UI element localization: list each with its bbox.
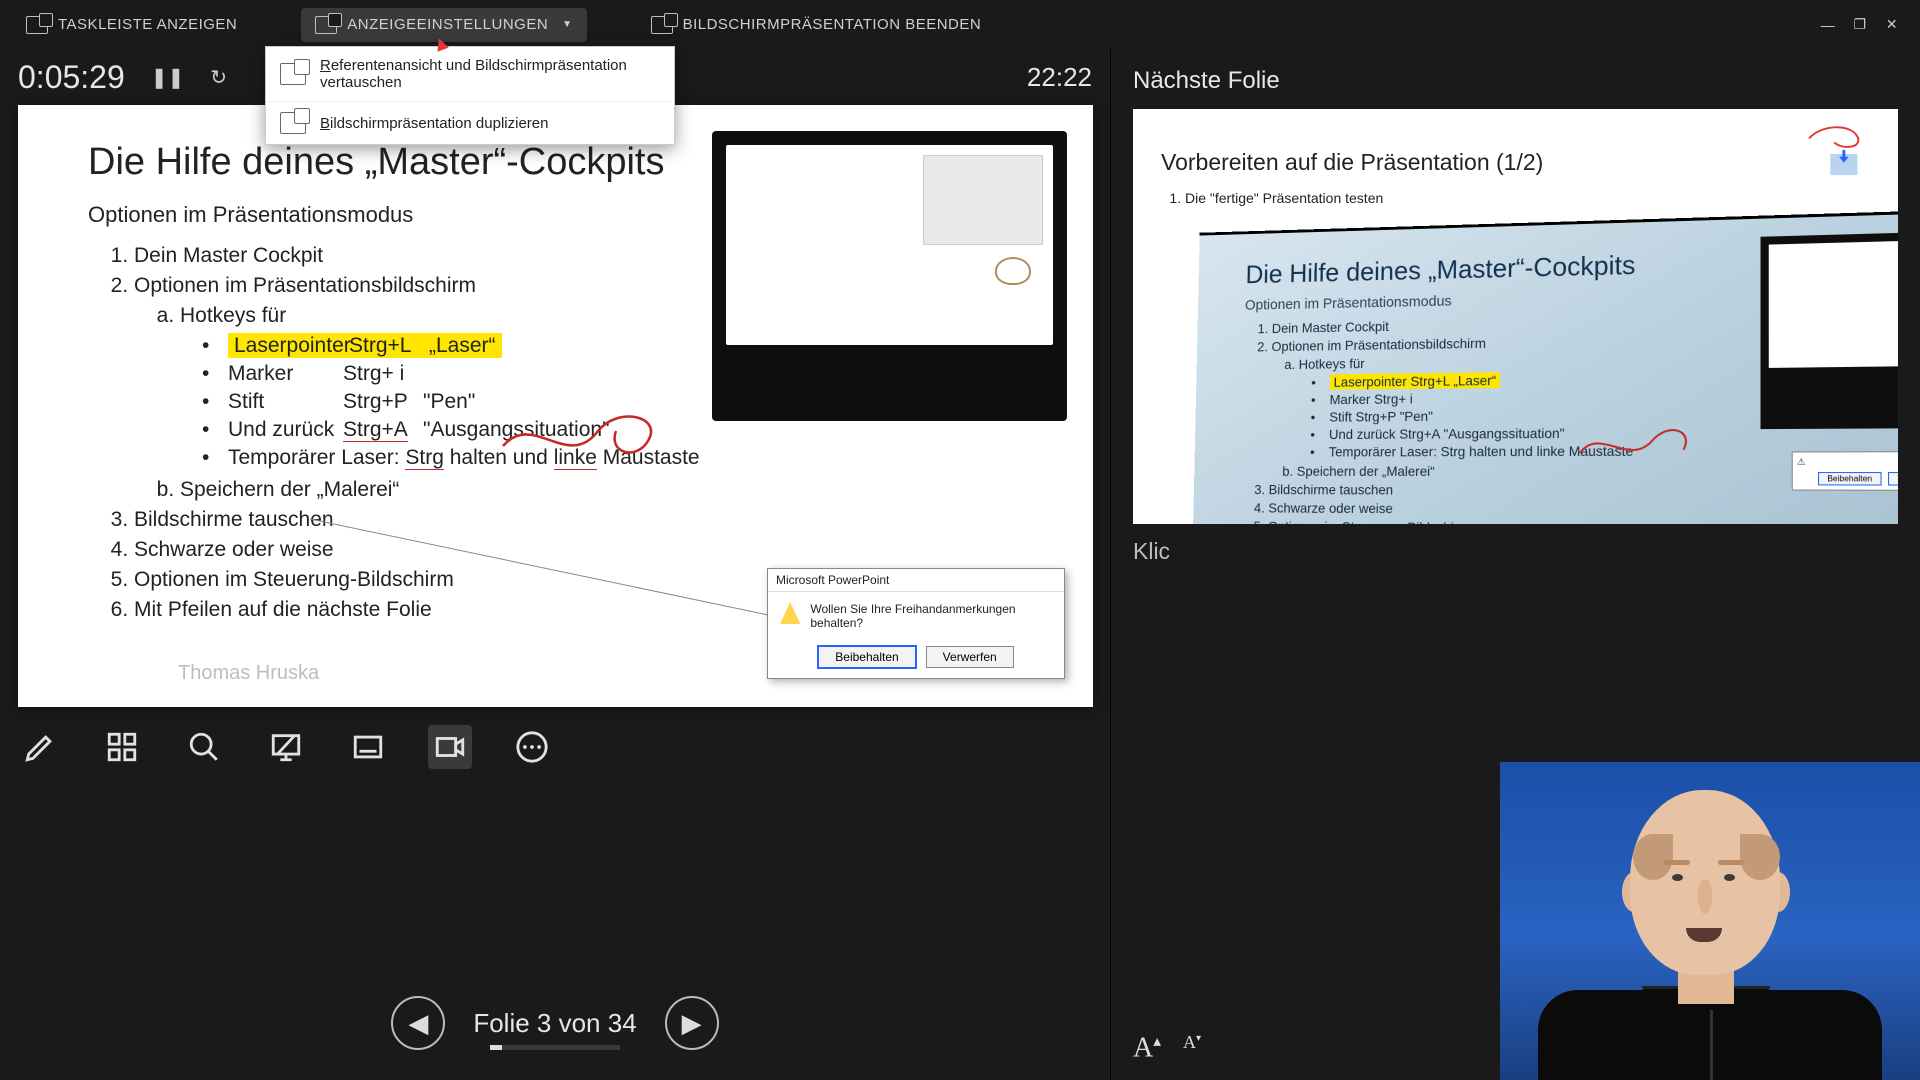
current-slide-panel: 0:05:29 ❚❚ ↻ 22:22 Die Hilfe deines „Mas…: [0, 49, 1110, 1080]
slide-author: Thomas Hruska: [178, 662, 319, 685]
next-slide-panel: Nächste Folie Vorbereiten auf die Präsen…: [1110, 49, 1920, 1080]
dropdown-swap-label: Referentenansicht und Bildschirmpräsenta…: [320, 57, 660, 91]
chevron-down-icon: ▼: [562, 19, 572, 30]
slide-navigation: ◀ Folie 3 von 34 ▶: [0, 769, 1110, 1080]
camera-button[interactable]: [428, 725, 472, 769]
dialog-message: Wollen Sie Ihre Freihandanmerkungen beha…: [810, 602, 1052, 630]
monitor-photo: Die Hilfe deines „Master“-Cockpits Optio…: [1189, 210, 1898, 524]
pen-tool-button[interactable]: [18, 725, 62, 769]
show-taskbar-button[interactable]: TASKLEISTE ANZEIGEN: [12, 8, 251, 42]
dialog-title: Microsoft PowerPoint: [768, 569, 1064, 592]
notes-font-controls: A▴ A▾: [1133, 1032, 1201, 1064]
black-screen-button[interactable]: [264, 725, 308, 769]
top-command-bar: TASKLEISTE ANZEIGEN ANZEIGEEINSTELLUNGEN…: [0, 0, 1920, 49]
elapsed-time: 0:05:29: [18, 59, 125, 96]
slide-thumbnail-presenter: [712, 131, 1067, 421]
dropdown-duplicate-slideshow[interactable]: Bildschirmpräsentation duplizieren: [266, 102, 674, 144]
previous-slide-button[interactable]: ◀: [391, 996, 445, 1050]
slide-progress: [490, 1045, 620, 1050]
dialog-discard-button[interactable]: Verwerfen: [926, 646, 1014, 668]
presenter-webcam[interactable]: [1500, 762, 1920, 1080]
dropdown-duplicate-label: Bildschirmpräsentation duplizieren: [320, 115, 548, 132]
pause-timer-button[interactable]: ❚❚: [151, 65, 185, 90]
display-settings-label: ANZEIGEEINSTELLUNGEN: [347, 16, 548, 33]
end-slideshow-icon: [651, 16, 673, 34]
next-slide-button[interactable]: ▶: [665, 996, 719, 1050]
duplicate-icon: [280, 112, 306, 134]
next-slide-heading: Nächste Folie: [1133, 67, 1898, 95]
end-slideshow-button[interactable]: BILDSCHIRMPRÄSENTATION BEENDEN: [637, 8, 996, 42]
see-all-slides-button[interactable]: [100, 725, 144, 769]
clock-time: 22:22: [1027, 62, 1092, 93]
swap-displays-icon: [280, 63, 306, 85]
window-close-button[interactable]: ✕: [1876, 9, 1908, 41]
dialog-keep-button[interactable]: Beibehalten: [818, 646, 915, 668]
window-minimize-button[interactable]: —: [1812, 9, 1844, 41]
end-slideshow-label: BILDSCHIRMPRÄSENTATION BEENDEN: [683, 16, 982, 33]
brain-icon: [995, 257, 1031, 285]
more-options-button[interactable]: [510, 725, 554, 769]
dropdown-swap-displays[interactable]: Referentenansicht und Bildschirmpräsenta…: [266, 47, 674, 102]
next-slide-title: Vorbereiten auf die Präsentation (1/2): [1161, 149, 1870, 176]
next-slide-preview[interactable]: Vorbereiten auf die Präsentation (1/2) D…: [1133, 109, 1898, 524]
ink-keep-dialog: Microsoft PowerPoint Wollen Sie Ihre Fre…: [767, 568, 1065, 679]
taskbar-icon: [26, 16, 48, 34]
current-slide[interactable]: Die Hilfe deines „Master“-Cockpits Optio…: [18, 105, 1093, 707]
slide-counter: Folie 3 von 34: [473, 1008, 636, 1039]
presenter-main: 0:05:29 ❚❚ ↻ 22:22 Die Hilfe deines „Mas…: [0, 49, 1920, 1080]
notes-font-decrease-button[interactable]: A▾: [1183, 1032, 1201, 1064]
speaker-notes-hint[interactable]: Klic: [1133, 538, 1898, 578]
next-slide-list: Die "fertige" Präsentation testen: [1161, 190, 1870, 206]
presenter-tools: [0, 707, 1110, 769]
window-restore-button[interactable]: ❐: [1844, 9, 1876, 41]
display-settings-icon: [315, 16, 337, 34]
zoom-tool-button[interactable]: [182, 725, 226, 769]
show-taskbar-label: TASKLEISTE ANZEIGEN: [58, 16, 237, 33]
display-settings-dropdown: Referentenansicht und Bildschirmpräsenta…: [265, 46, 675, 145]
warning-icon: [780, 602, 800, 624]
notes-font-increase-button[interactable]: A▴: [1133, 1032, 1161, 1064]
subtitle-button[interactable]: [346, 725, 390, 769]
ink-scribble-icon: [1800, 121, 1880, 179]
reset-timer-button[interactable]: ↻: [210, 65, 227, 90]
